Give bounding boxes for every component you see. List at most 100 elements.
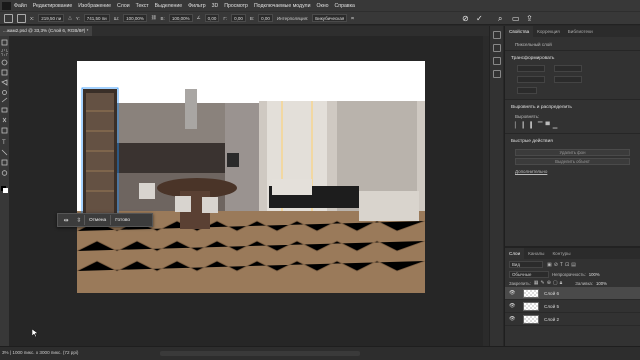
fill-label: Заливка: <box>575 280 594 286</box>
select-subject-button[interactable]: Выделить объект <box>515 158 630 165</box>
share-icon[interactable]: ⇪ <box>526 15 533 23</box>
tool-icons[interactable]: T <box>0 36 9 336</box>
fill-value[interactable]: 100% <box>596 281 607 286</box>
lock-icons[interactable]: ▦✎⊕▢🔒︎ <box>534 280 565 286</box>
cancel-button[interactable]: Отмена <box>85 218 110 223</box>
done-button[interactable]: Готово <box>111 218 134 223</box>
tab-paths[interactable]: Контуры <box>548 248 574 259</box>
tab-adjustments[interactable]: Коррекция <box>533 26 564 37</box>
flip-horizontal-icon[interactable]: ⇹ <box>61 215 71 225</box>
skew-v-field[interactable]: 0,00 <box>258 14 273 22</box>
tab-channels[interactable]: Каналы <box>524 248 548 259</box>
menu-select[interactable]: Выделение <box>155 3 183 9</box>
visibility-eye-icon[interactable]: 👁︎ <box>509 303 517 309</box>
menu-help[interactable]: Справка <box>335 3 355 9</box>
menu-filter[interactable]: Фильтр <box>188 3 205 9</box>
layer-filter-icons[interactable]: ▣⊘T⊡▤ <box>547 262 578 268</box>
properties-tabs: Свойства Коррекция Библиотеки <box>505 26 640 37</box>
transform-fields-2 <box>505 75 640 86</box>
flip-vertical-icon[interactable]: ⇳ <box>74 215 84 225</box>
transform-angle-field[interactable] <box>517 87 537 94</box>
angle-icon: ∠ <box>196 15 201 20</box>
horizontal-scrollbar[interactable] <box>160 351 360 356</box>
workspace-icon[interactable]: ▭ <box>512 15 520 23</box>
layers-panel: Слои Каналы Контуры Вид ▣⊘T⊡▤ Обычные Не… <box>505 246 640 346</box>
layer-row[interactable]: 👁︎ Слой 5 <box>505 300 640 313</box>
layer-name[interactable]: Слой 5 <box>544 304 559 309</box>
menu-3d[interactable]: 3D <box>212 3 219 9</box>
color-icon[interactable] <box>492 44 501 52</box>
interpolation-select[interactable]: Бикубическая <box>312 14 348 22</box>
transform-popup: ⇹ ⇳ Отмена Готово <box>57 213 153 227</box>
lock-row: Закрепить: ▦✎⊕▢🔒︎ Заливка: 100% <box>505 279 640 287</box>
tools-panel: T <box>0 36 9 346</box>
transform-w-field[interactable] <box>517 65 545 72</box>
height-field[interactable]: 100,00% <box>168 14 193 22</box>
link-icon[interactable]: ⛓ <box>151 15 157 21</box>
skew-v-label: В: <box>249 15 255 21</box>
tab-libraries[interactable]: Библиотеки <box>564 26 597 37</box>
search-icon[interactable]: ⌕ <box>498 15 502 23</box>
transform-h-field[interactable] <box>517 76 545 83</box>
quick-actions-title[interactable]: Быстрые действия <box>505 136 640 147</box>
transform-x-field[interactable] <box>554 65 583 72</box>
width-field[interactable]: 100,00% <box>123 14 147 22</box>
reference-point-icon[interactable] <box>17 13 26 23</box>
y-field[interactable]: 741,50 пи <box>83 14 110 22</box>
status-bar: 3% | 1000 пикс. x 3000 пикс. (72 ppi) <box>0 329 640 360</box>
document-tab[interactable]: ...жам2.psd @ 33,3% (Слой 6, RGB/8#) * <box>0 26 92 36</box>
transform-y-field[interactable] <box>554 76 583 83</box>
menu-edit[interactable]: Редактирование <box>33 3 73 9</box>
swatches-icon[interactable] <box>492 57 501 65</box>
document-canvas[interactable] <box>77 61 425 293</box>
x-field[interactable]: 219,50 пи <box>38 14 65 22</box>
transform-section-title[interactable]: Трансформировать <box>505 53 640 64</box>
layer-thumbnail <box>523 288 539 298</box>
visibility-eye-icon[interactable]: 👁︎ <box>509 316 517 322</box>
opacity-value[interactable]: 100% <box>589 272 600 277</box>
menu-text[interactable]: Текст <box>136 3 149 9</box>
menu-layers[interactable]: Слои <box>117 3 130 9</box>
menu-window[interactable]: Окно <box>316 3 328 9</box>
align-section-title[interactable]: Выровнять и распределить <box>505 102 640 113</box>
layer-thumbnail <box>523 301 539 311</box>
blend-mode-select[interactable]: Обычные <box>509 271 549 278</box>
more-link[interactable]: Дополнительно <box>505 167 640 176</box>
warp-icon[interactable]: ⌗ <box>351 16 354 21</box>
divider <box>505 50 640 51</box>
brush-settings-icon[interactable] <box>492 70 501 78</box>
delta-icon[interactable]: △ <box>68 15 71 21</box>
visibility-eye-icon[interactable]: 👁︎ <box>509 290 517 296</box>
w-label: Ш: <box>113 15 120 21</box>
status-text: 3% | 1000 пикс. x 3000 пикс. (72 ppi) <box>2 350 79 355</box>
layer-kind-select[interactable]: Вид <box>509 261 543 268</box>
history-icon[interactable] <box>492 31 501 39</box>
menu-file[interactable]: Файл <box>14 3 27 9</box>
layer-name[interactable]: Слой 6 <box>544 291 559 296</box>
skew-h-label: Г: <box>223 15 228 21</box>
cancel-transform-icon[interactable]: ⊘ <box>462 15 469 23</box>
interior-render-image <box>77 61 425 293</box>
layer-row[interactable]: 👁︎ Слой 2 <box>505 313 640 326</box>
blend-row: Обычные Непрозрачность: 100% <box>505 270 640 279</box>
layer-kind: Пиксельный слой <box>515 42 552 47</box>
commit-transform-icon[interactable]: ✓ <box>476 15 483 23</box>
remove-background-button[interactable]: Удалить фон <box>515 149 630 156</box>
menu-plugins[interactable]: Подключаемые модули <box>254 3 311 9</box>
svg-text:T: T <box>2 140 6 146</box>
align-label: Выровнять: <box>515 114 540 119</box>
mouse-cursor-icon <box>32 329 38 337</box>
tab-layers[interactable]: Слои <box>505 248 525 259</box>
menu-view[interactable]: Просмотр <box>224 3 248 9</box>
align-icons[interactable]: ▏▎▍▔▀▁ <box>505 120 640 131</box>
move-tool-icon[interactable] <box>4 13 13 23</box>
layer-row[interactable]: 👁︎ Слой 6 <box>505 287 640 300</box>
layer-name[interactable]: Слой 2 <box>544 317 559 322</box>
tab-properties[interactable]: Свойства <box>505 26 534 37</box>
skew-h-field[interactable]: 0,00 <box>231 14 246 22</box>
menu-image[interactable]: Изображение <box>78 3 111 9</box>
h-label: В: <box>160 15 165 21</box>
angle-field[interactable]: 0,00 <box>204 14 220 22</box>
interpolation-label: Интерполяция: <box>276 15 309 21</box>
canvas-area[interactable] <box>9 36 489 346</box>
